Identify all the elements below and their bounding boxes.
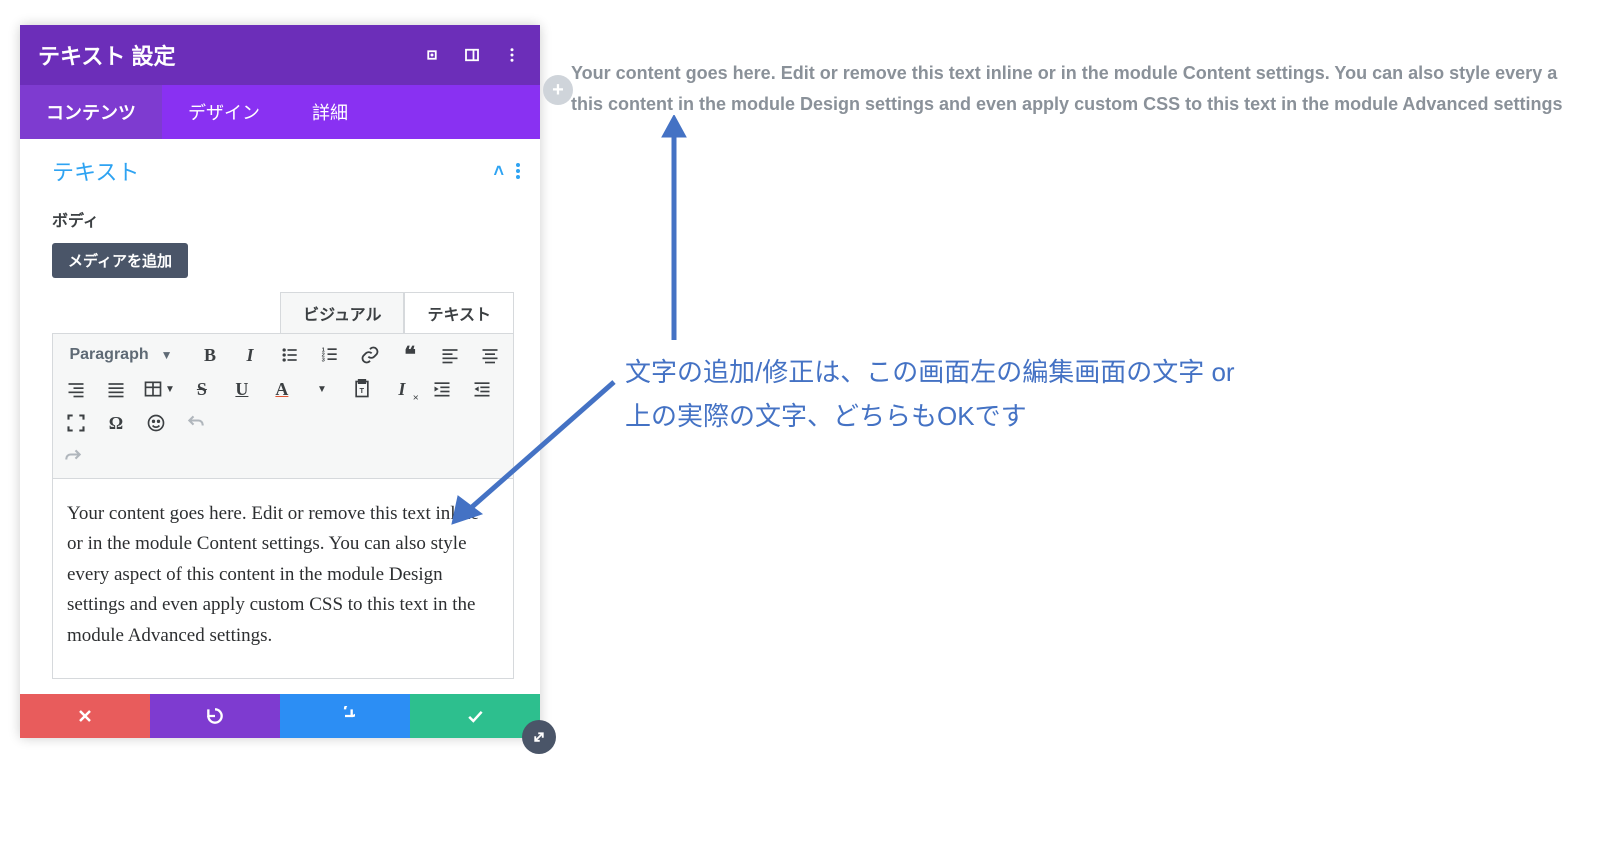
preview-line-1: Your content goes here. Edit or remove t… [571,63,1557,83]
preview-content[interactable]: Your content goes here. Edit or remove t… [571,58,1623,119]
align-center-icon[interactable] [477,342,503,368]
body-label: ボディ [20,197,540,239]
panel-header-icons [422,45,522,65]
tab-advanced[interactable]: 詳細 [286,85,374,139]
panel-footer [20,694,540,738]
panel-title: テキスト 設定 [38,39,175,71]
redo-icon[interactable] [63,444,503,470]
format-select[interactable]: Paragraph ▼ [63,342,183,368]
blockquote-icon[interactable]: ❝ [397,342,423,368]
editor-mode-tabs: ビジュアル テキスト [52,292,514,333]
format-select-label: Paragraph [69,346,148,364]
add-media-button[interactable]: メディアを追加 [52,243,188,278]
close-button[interactable] [20,694,150,738]
arrow-to-editor [444,374,620,532]
accordion-header[interactable]: テキスト ˄ [20,139,540,197]
accordion-more-icon[interactable] [516,163,520,179]
panel-tabs: コンテンツ デザイン 詳細 [20,85,540,139]
strikethrough-icon[interactable]: S [189,376,215,402]
paste-text-icon[interactable]: T [349,376,375,402]
table-icon[interactable]: ▼ [143,376,175,402]
clear-format-icon[interactable]: I× [389,376,415,402]
save-button[interactable] [410,694,540,738]
special-char-icon[interactable]: Ω [103,410,129,436]
editor-tab-text[interactable]: テキスト [404,292,514,333]
panel-header: テキスト 設定 [20,25,540,85]
bold-icon[interactable]: B [197,342,223,368]
tab-content[interactable]: コンテンツ [20,85,162,139]
drawer-icon[interactable] [462,45,482,65]
undo-icon[interactable] [183,410,209,436]
text-color-icon[interactable]: A [269,376,295,402]
undo-button[interactable] [150,694,280,738]
svg-text:3: 3 [322,358,326,364]
tab-design[interactable]: デザイン [162,85,286,139]
emoji-icon[interactable] [143,410,169,436]
add-module-button[interactable]: + [543,75,573,105]
preview-line-2: this content in the module Design settin… [571,89,1623,120]
link-icon[interactable] [357,342,383,368]
numbered-list-icon[interactable]: 123 [317,342,343,368]
more-icon[interactable] [502,45,522,65]
underline-icon[interactable]: U [229,376,255,402]
chevron-down-icon: ▼ [161,348,173,362]
italic-icon[interactable]: I [237,342,263,368]
align-justify-icon[interactable] [103,376,129,402]
align-right-icon[interactable] [63,376,89,402]
accordion-controls: ˄ [493,161,520,182]
svg-text:T: T [359,386,364,395]
align-left-icon[interactable] [437,342,463,368]
redo-button[interactable] [280,694,410,738]
accordion-title: テキスト [52,155,139,187]
annotation-line-2: 上の実際の文字、どちらもOKです [625,394,1235,438]
text-color-caret-icon[interactable]: ▼ [309,376,335,402]
resize-handle[interactable] [522,720,556,754]
fullscreen-icon[interactable] [63,410,89,436]
bullet-list-icon[interactable] [277,342,303,368]
expand-icon[interactable] [422,45,442,65]
arrow-up-to-preview [654,115,694,340]
annotation-line-1: 文字の追加/修正は、この画面左の編集画面の文字 or [625,350,1235,394]
chevron-up-icon[interactable]: ˄ [493,161,504,182]
editor-tab-visual[interactable]: ビジュアル [280,292,404,333]
annotation-text: 文字の追加/修正は、この画面左の編集画面の文字 or 上の実際の文字、どちらもO… [625,350,1235,438]
